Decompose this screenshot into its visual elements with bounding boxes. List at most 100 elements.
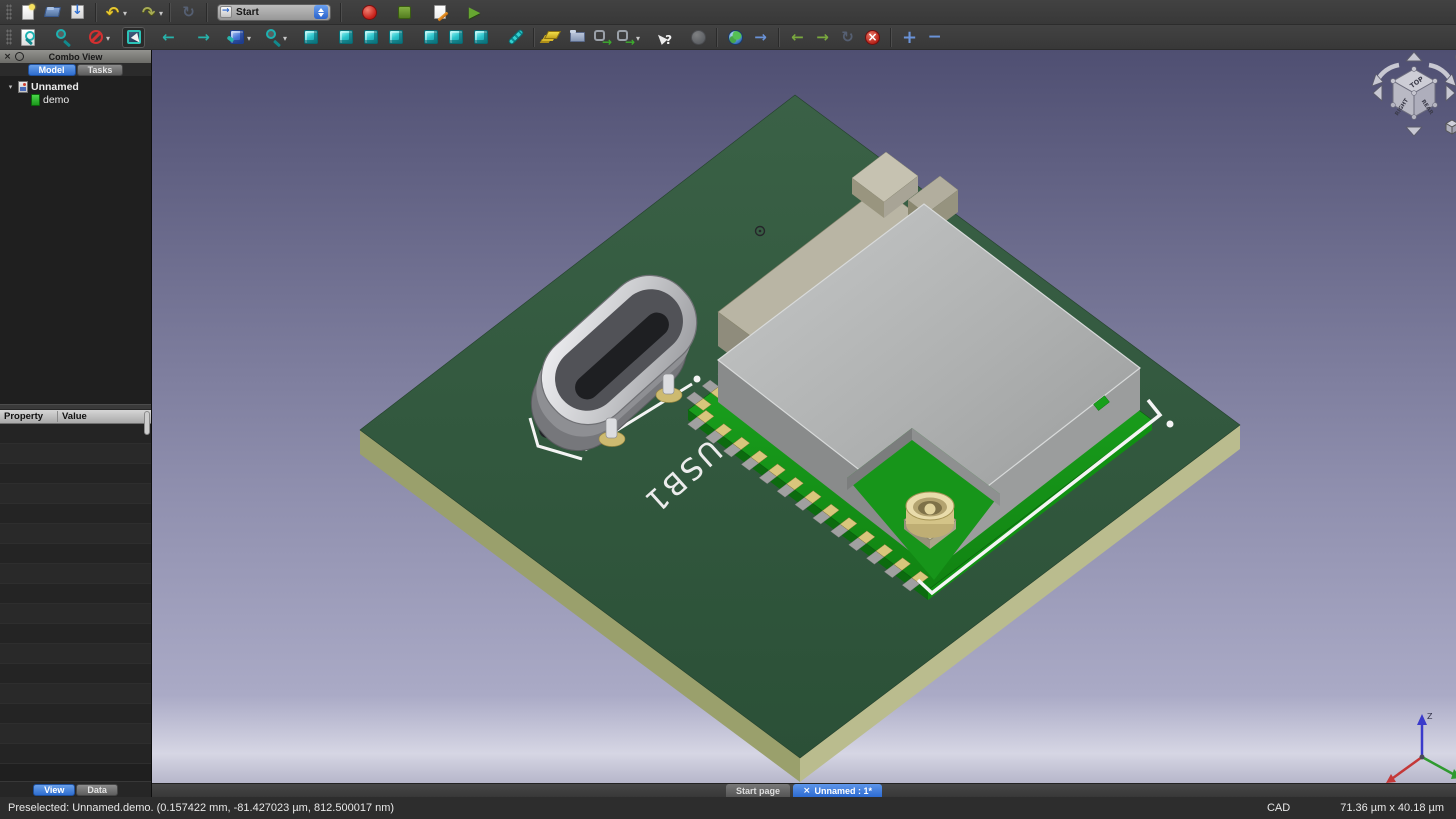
property-row[interactable]: [0, 484, 151, 504]
zoom-out[interactable]: [923, 27, 946, 48]
cube-down-arrow-icon: [1406, 127, 1422, 136]
view-bottom[interactable]: [444, 27, 467, 48]
view-front[interactable]: [334, 27, 357, 48]
property-row[interactable]: [0, 744, 151, 764]
property-row[interactable]: [0, 604, 151, 624]
browser-forward[interactable]: [749, 27, 772, 48]
nav-back[interactable]: [157, 27, 180, 48]
file-toolbar: Start: [0, 0, 1456, 25]
undo[interactable]: [103, 2, 127, 23]
panel-title-bar: × Combo View: [0, 50, 151, 63]
view-axonometric[interactable]: [299, 27, 322, 48]
workbench-stepper-icon[interactable]: [314, 5, 328, 19]
navigation-cube[interactable]: TOP RIGHT REAR: [1372, 52, 1456, 136]
disclosure-icon[interactable]: ▾: [6, 83, 15, 91]
3d-viewport[interactable]: USB1: [152, 50, 1456, 783]
earth-icon: [726, 28, 745, 47]
cube-icon: [301, 28, 320, 47]
measure[interactable]: [504, 27, 527, 48]
tab-view[interactable]: View: [33, 784, 75, 796]
property-row[interactable]: [0, 684, 151, 704]
refresh-icon: [179, 3, 198, 22]
view-left[interactable]: [469, 27, 492, 48]
redo[interactable]: [139, 2, 163, 23]
nav-forward[interactable]: [192, 27, 215, 48]
property-row[interactable]: [0, 724, 151, 744]
link-icon: [593, 28, 612, 47]
cube-icon: [336, 28, 355, 47]
property-row[interactable]: [0, 504, 151, 524]
open-file[interactable]: [41, 2, 64, 23]
macro-stop[interactable]: [393, 2, 416, 23]
whats-this[interactable]: [652, 27, 675, 48]
panel-float-icon[interactable]: [15, 52, 24, 61]
save-file[interactable]: [66, 2, 89, 23]
axis-z-label: Z: [1427, 712, 1433, 721]
panel-close-icon[interactable]: ×: [3, 52, 12, 61]
tab-document-unnamed[interactable]: × Unnamed : 1*: [793, 784, 882, 797]
property-row[interactable]: [0, 584, 151, 604]
zoom-tools[interactable]: [263, 27, 287, 48]
tree-item-demo[interactable]: demo: [0, 93, 151, 106]
property-row[interactable]: [0, 624, 151, 644]
property-scrollbar[interactable]: [144, 411, 150, 435]
box-zoom[interactable]: [51, 27, 74, 48]
value-column-header: Value: [58, 411, 87, 422]
editmacro-icon: [430, 3, 449, 22]
cube-up-arrow-icon: [1406, 52, 1422, 61]
view-top[interactable]: [359, 27, 382, 48]
viewport-dimensions: 71.36 µm x 40.18 µm: [1340, 802, 1444, 814]
globe-icon: [689, 28, 708, 47]
tab-tasks[interactable]: Tasks: [77, 64, 124, 76]
tree-item-unnamed[interactable]: ▾Unnamed: [0, 80, 151, 93]
pcb-3d-scene[interactable]: USB1: [152, 50, 1456, 783]
make-link[interactable]: [591, 27, 614, 48]
workbench-selector[interactable]: Start: [217, 4, 331, 21]
property-row[interactable]: [0, 524, 151, 544]
cube-icon: [471, 28, 490, 47]
create-group[interactable]: [566, 27, 589, 48]
macro-play[interactable]: [463, 2, 486, 23]
browser-stop[interactable]: [861, 27, 884, 48]
fit-all[interactable]: [16, 27, 39, 48]
browser-refresh: [836, 27, 859, 48]
property-row[interactable]: [0, 464, 151, 484]
browser-back[interactable]: [786, 27, 809, 48]
property-row[interactable]: [0, 424, 151, 444]
record-icon: [360, 3, 379, 22]
tab-data[interactable]: Data: [76, 784, 118, 796]
zoom-in[interactable]: [898, 27, 921, 48]
new-file[interactable]: [16, 2, 39, 23]
property-row[interactable]: [0, 444, 151, 464]
property-row[interactable]: [0, 564, 151, 584]
tab-model[interactable]: Model: [28, 64, 76, 76]
prohibit-icon: [86, 28, 105, 47]
browser-next[interactable]: [811, 27, 834, 48]
tab-start-page[interactable]: Start page: [726, 784, 790, 797]
view-right[interactable]: [384, 27, 407, 48]
macro-record[interactable]: [358, 2, 381, 23]
view-rear[interactable]: [419, 27, 442, 48]
select-visible[interactable]: [122, 27, 145, 48]
home-view[interactable]: [227, 27, 251, 48]
property-column-header: Property: [0, 411, 58, 422]
appearance-layers[interactable]: [541, 27, 564, 48]
property-row[interactable]: [0, 664, 151, 684]
make-sub-link[interactable]: [616, 27, 640, 48]
property-row[interactable]: [0, 704, 151, 724]
model-tree[interactable]: ▾Unnameddemo: [0, 76, 151, 404]
dropdown-arrow-icon: [282, 28, 287, 46]
property-table[interactable]: [0, 424, 151, 781]
property-table-header: Property Value: [0, 410, 151, 424]
property-row[interactable]: [0, 644, 151, 664]
navigation-style[interactable]: CAD: [1267, 802, 1290, 814]
property-row[interactable]: [0, 544, 151, 564]
macro-edit[interactable]: [428, 2, 451, 23]
part-icon: [31, 94, 40, 106]
workbench-value: Start: [236, 7, 259, 18]
draw-style[interactable]: [86, 27, 110, 48]
tab-close-icon[interactable]: ×: [803, 786, 811, 796]
open-website[interactable]: [724, 27, 747, 48]
save-icon: [68, 3, 87, 22]
tright-icon: [194, 28, 213, 47]
